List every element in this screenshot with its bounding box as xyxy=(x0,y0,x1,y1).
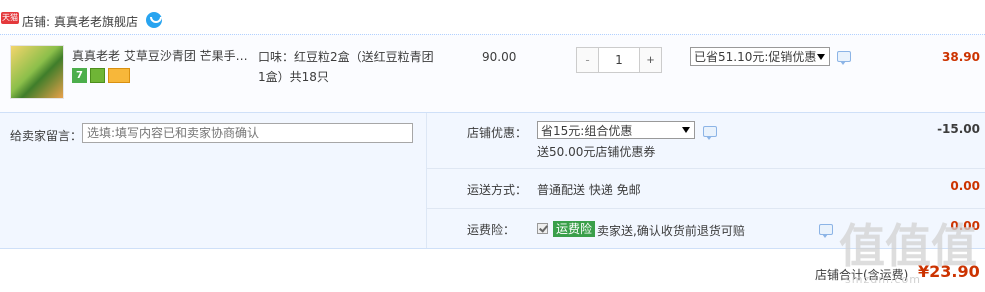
quantity-stepper: - + xyxy=(576,47,662,73)
seller-message-label: 给卖家留言： xyxy=(10,129,83,143)
shop-discount-amount: -15.00 xyxy=(937,122,980,136)
promotion-info-icon[interactable] xyxy=(837,51,851,65)
coupon-note: 送50.00元店铺优惠券 xyxy=(537,145,656,159)
wangwang-chat-icon[interactable] xyxy=(146,12,162,28)
shipping-insurance-badge: 运费险 xyxy=(553,221,596,237)
promotion-select[interactable]: 已省51.10元:促销优惠 xyxy=(690,47,830,66)
product-sku: 口味：红豆粒2盒（送红豆粒青团1盒）共18只 xyxy=(258,50,434,84)
shop-header: 天猫 店铺: 真真老老旗舰店 xyxy=(0,0,985,34)
product-title-link[interactable]: 真真老老 艾草豆沙青团 芒果手… xyxy=(72,47,252,64)
unit-price: 90.00 xyxy=(482,50,517,64)
shipping-insurance-amount: 0.00 xyxy=(950,219,980,233)
tmall-icon: 天猫 xyxy=(1,12,19,24)
seller-message-input[interactable] xyxy=(82,123,413,143)
shop-total-label: 店铺合计(含运费) xyxy=(815,268,909,282)
cart-item-row: 真真老老 艾草豆沙青团 芒果手… 7 口味：红豆粒2盒（送红豆粒青团1盒）共18… xyxy=(0,34,985,112)
shop-discount-select[interactable]: 省15元:组合优惠 xyxy=(537,121,695,139)
shop-discount-select-value: 省15元:组合优惠 xyxy=(541,123,633,138)
product-thumbnail[interactable] xyxy=(10,45,64,99)
quantity-decrease-button[interactable]: - xyxy=(577,48,599,72)
guarantee-icon[interactable] xyxy=(90,68,105,83)
insurance-info-icon[interactable] xyxy=(819,224,833,238)
quantity-increase-button[interactable]: + xyxy=(639,48,661,72)
shop-total-amount: ¥23.90 xyxy=(918,262,980,281)
shipping-insurance-row: 运费险： 运费险 卖家送,确认收货前退货可赔 0.00 xyxy=(427,209,985,249)
shop-label: 店铺: xyxy=(22,15,51,29)
chevron-down-icon xyxy=(682,127,690,133)
shop-total-bar: 店铺合计(含运费) ¥23.90 xyxy=(0,248,985,292)
shipping-row: 运送方式： 普通配送 快递 免邮 0.00 xyxy=(427,169,985,209)
shipping-insurance-checkbox[interactable] xyxy=(537,223,548,234)
shipping-insurance-label: 运费险： xyxy=(467,223,516,237)
shipping-method: 普通配送 快递 免邮 xyxy=(537,183,641,197)
order-summary-panel: 店铺优惠： 省15元:组合优惠 送50.00元店铺优惠券 -15.00 运送方式… xyxy=(426,113,985,249)
shop-discount-row: 店铺优惠： 省15元:组合优惠 送50.00元店铺优惠券 -15.00 xyxy=(427,113,985,169)
service-badges: 7 xyxy=(72,68,130,83)
discount-info-icon[interactable] xyxy=(703,126,717,140)
promotion-select-value: 已省51.10元:促销优惠 xyxy=(694,50,817,64)
seven-day-return-icon[interactable]: 7 xyxy=(72,68,87,83)
shop-name-link[interactable]: 真真老老旗舰店 xyxy=(54,13,138,30)
shipping-insurance-text: 卖家送,确认收货前退货可赔 xyxy=(597,224,745,238)
quantity-input[interactable] xyxy=(599,48,639,72)
shop-discount-label: 店铺优惠： xyxy=(467,126,528,140)
chevron-down-icon xyxy=(817,53,825,60)
order-options-panel: 给卖家留言： 店铺优惠： 省15元:组合优惠 送50.00元店铺优惠券 -15.… xyxy=(0,112,985,249)
credit-card-icon[interactable] xyxy=(108,68,130,83)
item-subtotal: 38.90 xyxy=(942,50,980,64)
shipping-label: 运送方式： xyxy=(467,183,528,197)
shipping-amount: 0.00 xyxy=(950,179,980,193)
